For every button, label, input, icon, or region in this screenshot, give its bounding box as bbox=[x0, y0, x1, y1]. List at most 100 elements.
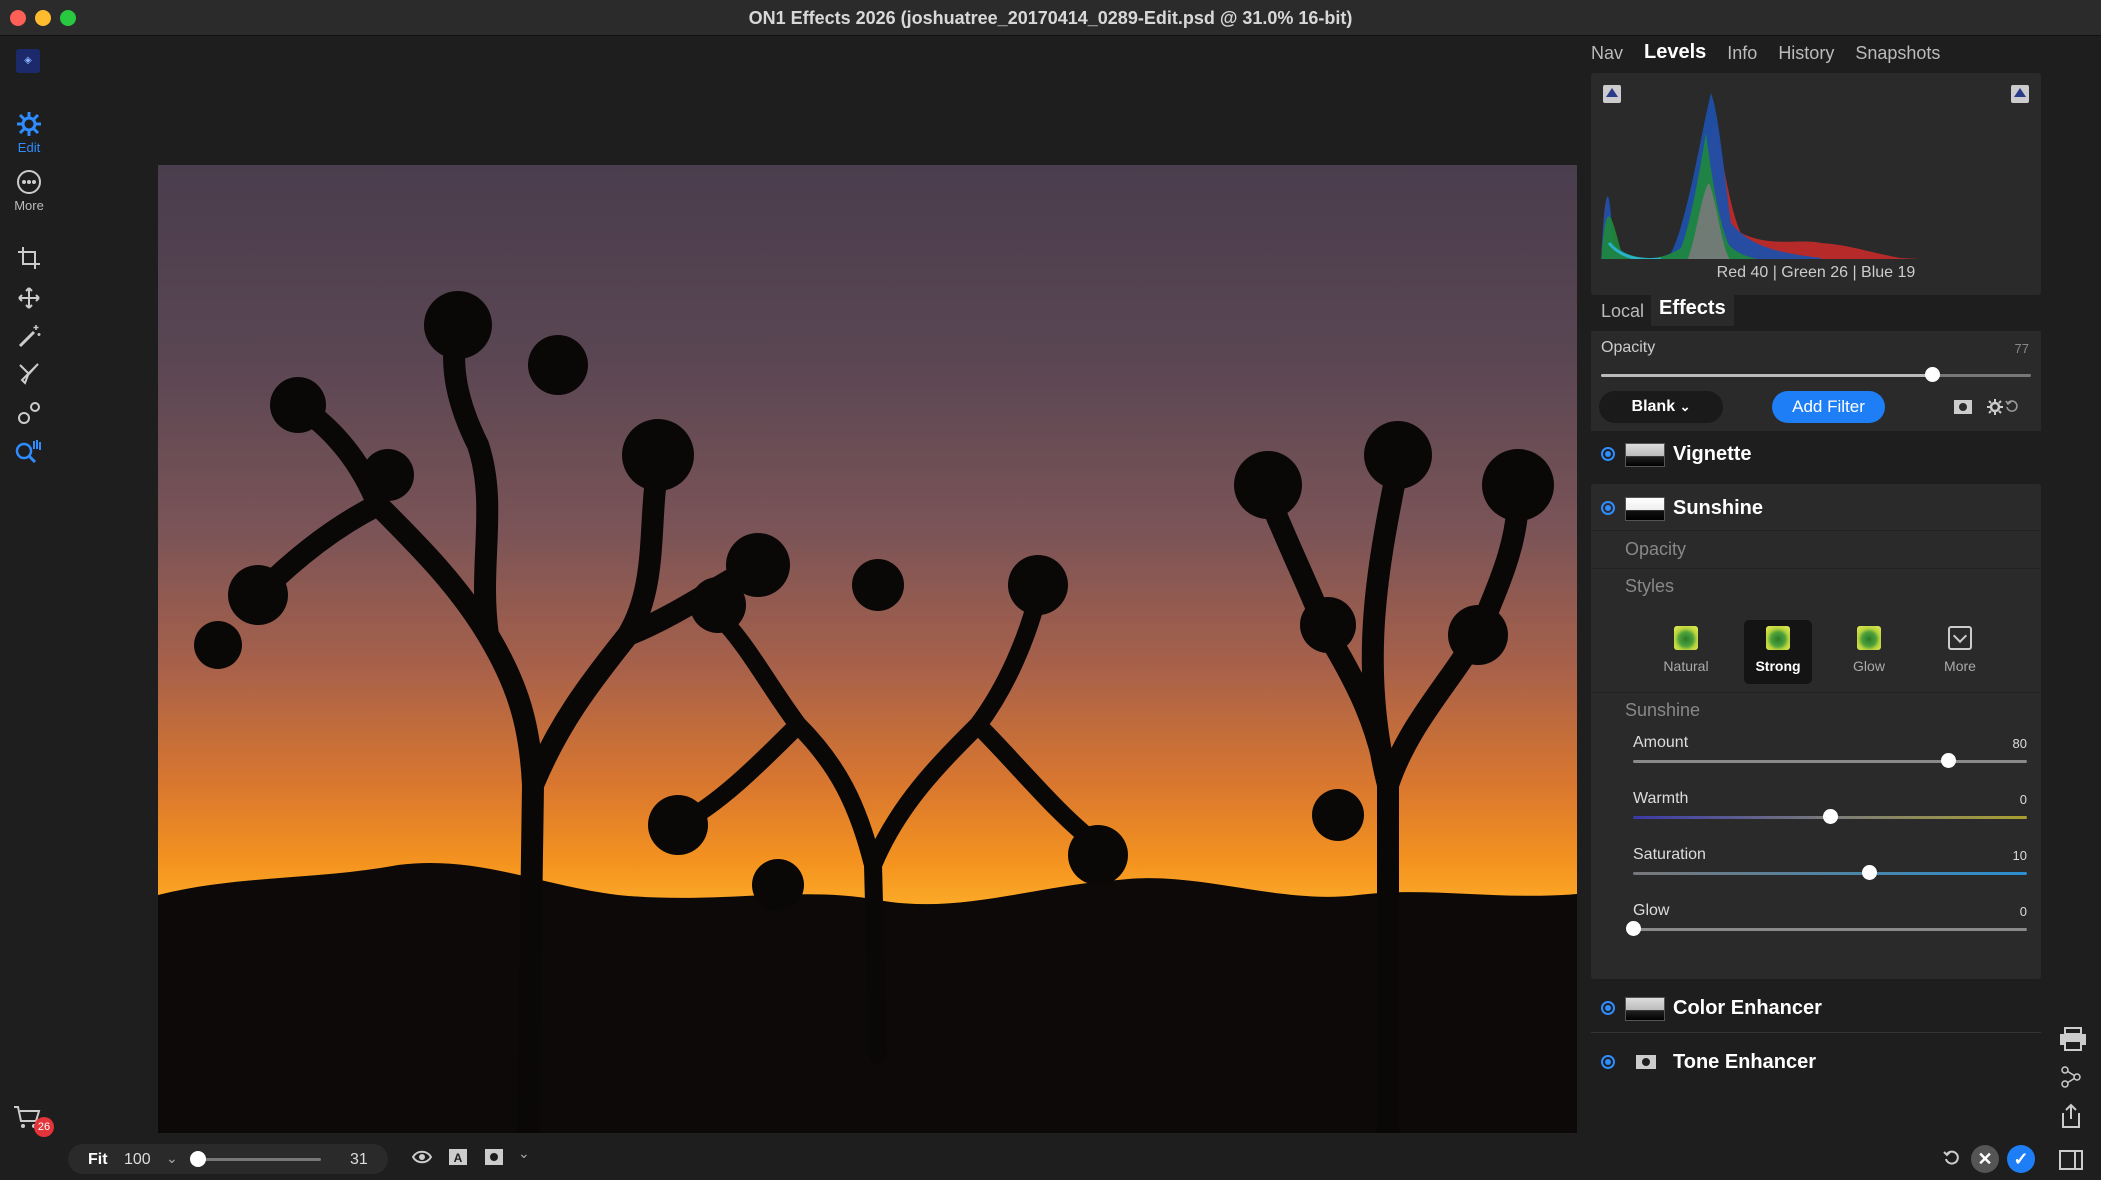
auto-preview-icon[interactable]: A bbox=[448, 1148, 468, 1166]
filter-color-enhancer[interactable]: Color Enhancer bbox=[1591, 986, 2041, 1032]
filter-vignette[interactable]: Vignette bbox=[1591, 432, 2041, 478]
saturation-handle[interactable] bbox=[1862, 865, 1878, 880]
filter-sunshine[interactable]: Sunshine bbox=[1591, 486, 2041, 532]
move-tool[interactable] bbox=[0, 285, 58, 311]
reset-icon[interactable] bbox=[2005, 399, 2019, 413]
warmth-handle[interactable] bbox=[1823, 809, 1838, 824]
glow-handle[interactable] bbox=[1626, 921, 1641, 936]
saturation-track[interactable] bbox=[1633, 872, 2027, 875]
styles-label[interactable]: Styles bbox=[1625, 576, 1674, 597]
zoom-hand-tool[interactable] bbox=[0, 439, 58, 465]
share-graph-icon[interactable] bbox=[2059, 1065, 2083, 1089]
style-glow[interactable]: Glow bbox=[1835, 620, 1903, 684]
warmth-value[interactable]: 0 bbox=[2020, 792, 2027, 807]
shadow-clipping-toggle[interactable] bbox=[1603, 85, 1621, 103]
joshua-tree-silhouette-image bbox=[158, 291, 1609, 1133]
top-tabs: Nav Levels Info History Snapshots bbox=[1591, 41, 1961, 64]
zoom-slider-track[interactable] bbox=[196, 1158, 321, 1161]
style-label: Glow bbox=[1853, 658, 1885, 674]
layer-opacity-value: 77 bbox=[2014, 341, 2029, 356]
glow-value[interactable]: 0 bbox=[2020, 904, 2027, 919]
window-title: ON1 Effects 2026 (joshuatree_20170414_02… bbox=[748, 8, 1353, 28]
crop-tool[interactable] bbox=[0, 245, 58, 271]
more-tool[interactable]: More bbox=[0, 169, 58, 213]
style-swatch bbox=[1766, 626, 1790, 650]
photo-preview[interactable] bbox=[158, 165, 1609, 1133]
chevron-down-icon[interactable]: ⌄ bbox=[166, 1150, 178, 1167]
fit-button[interactable]: Fit bbox=[88, 1151, 108, 1169]
saturation-label: Saturation bbox=[1633, 846, 1706, 863]
cart-badge: 26 bbox=[34, 1117, 54, 1137]
visibility-icon[interactable] bbox=[1601, 501, 1615, 515]
saturation-value[interactable]: 10 bbox=[2013, 848, 2027, 863]
layer-opacity-handle[interactable] bbox=[1925, 367, 1941, 382]
histogram-readout-bar: Red 40 | Green 26 | Blue 19 bbox=[1591, 259, 2041, 289]
effects-layer-controls: Opacity 77 Blank ⌄ Add Filter bbox=[1591, 331, 2041, 431]
magic-wand-tool[interactable] bbox=[0, 323, 58, 349]
amount-track[interactable] bbox=[1633, 760, 2027, 763]
more-styles-icon bbox=[1948, 626, 1972, 650]
export-icon[interactable] bbox=[2059, 1103, 2083, 1129]
tab-info[interactable]: Info bbox=[1727, 43, 1757, 64]
divider bbox=[1591, 530, 2041, 531]
style-label: Strong bbox=[1755, 658, 1801, 674]
reset-all-icon[interactable] bbox=[1943, 1149, 1961, 1167]
mask-icon[interactable] bbox=[1953, 399, 1973, 415]
svg-text:A: A bbox=[454, 1151, 463, 1165]
right-panel: Nav Levels Info History Snapshots Red 40… bbox=[1577, 37, 2047, 1180]
sunshine-section-label[interactable]: Sunshine bbox=[1625, 700, 1700, 721]
glow-label: Glow bbox=[1633, 902, 1670, 919]
blank-dropdown-label: Blank bbox=[1631, 398, 1676, 415]
image-canvas[interactable] bbox=[58, 37, 1609, 1137]
print-icon[interactable] bbox=[2059, 1027, 2087, 1051]
edit-label: Edit bbox=[17, 140, 41, 155]
glow-track[interactable] bbox=[1633, 928, 2027, 931]
visibility-icon[interactable] bbox=[1601, 447, 1615, 461]
chevron-down-icon[interactable]: ⌄ bbox=[518, 1145, 530, 1162]
tab-local[interactable]: Local bbox=[1601, 301, 1644, 322]
eye-icon[interactable] bbox=[412, 1148, 432, 1166]
gear-icon[interactable] bbox=[1987, 399, 2003, 415]
tab-effects[interactable]: Effects bbox=[1651, 295, 1734, 326]
tab-nav[interactable]: Nav bbox=[1591, 43, 1623, 64]
brush-tool[interactable] bbox=[0, 361, 58, 387]
retouch-tool[interactable] bbox=[0, 400, 58, 426]
edit-tool[interactable]: Edit bbox=[0, 111, 58, 155]
tab-levels[interactable]: Levels bbox=[1644, 41, 1706, 64]
style-swatch bbox=[1857, 626, 1881, 650]
app-logo: ◈ bbox=[16, 49, 40, 73]
style-strong[interactable]: Strong bbox=[1744, 620, 1812, 684]
done-button[interactable]: ✓ bbox=[2007, 1145, 2035, 1173]
visibility-icon[interactable] bbox=[1601, 1001, 1615, 1015]
blank-dropdown[interactable]: Blank ⌄ bbox=[1599, 391, 1723, 423]
tab-history[interactable]: History bbox=[1778, 43, 1834, 64]
gear-icon bbox=[17, 112, 41, 136]
amount-value[interactable]: 80 bbox=[2013, 736, 2027, 751]
tab-snapshots[interactable]: Snapshots bbox=[1855, 43, 1940, 64]
amount-handle[interactable] bbox=[1941, 753, 1957, 768]
mask-icon bbox=[1636, 1055, 1656, 1069]
style-label: Natural bbox=[1663, 658, 1709, 674]
zoom-preset-value[interactable]: 100 bbox=[124, 1151, 151, 1169]
add-filter-button[interactable]: Add Filter bbox=[1772, 391, 1885, 423]
magic-wand-icon bbox=[18, 325, 41, 348]
zoom-control: Fit 100 ⌄ 31 bbox=[68, 1144, 388, 1174]
cancel-button[interactable]: ✕ bbox=[1971, 1145, 1999, 1173]
sub-tabs: Local Effects bbox=[1591, 295, 2041, 329]
title-bar: ON1 Effects 2026 (joshuatree_20170414_02… bbox=[0, 0, 2101, 36]
filter-name: Vignette bbox=[1673, 443, 1752, 465]
filter-thumbnail bbox=[1625, 497, 1665, 521]
warmth-label: Warmth bbox=[1633, 790, 1689, 807]
highlight-clipping-toggle[interactable] bbox=[2011, 85, 2029, 103]
divider bbox=[1591, 1032, 2041, 1033]
style-more[interactable]: More bbox=[1926, 620, 1994, 684]
mask-view-icon[interactable] bbox=[484, 1148, 504, 1166]
right-panel-toggle-icon[interactable] bbox=[2059, 1150, 2083, 1170]
sunshine-opacity-label[interactable]: Opacity bbox=[1625, 539, 1686, 560]
style-natural[interactable]: Natural bbox=[1652, 620, 1720, 684]
filter-tone-enhancer[interactable]: Tone Enhancer bbox=[1591, 1040, 2041, 1086]
visibility-icon[interactable] bbox=[1601, 1055, 1615, 1069]
zoom-slider-handle[interactable] bbox=[190, 1151, 206, 1167]
divider bbox=[1591, 568, 2041, 569]
brush-icon bbox=[19, 363, 39, 385]
